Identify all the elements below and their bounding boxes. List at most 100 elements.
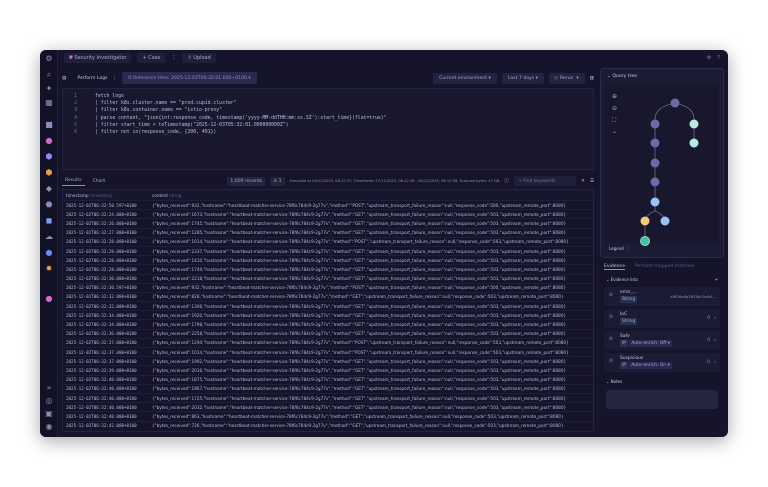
evidence-lists-header[interactable]: ⌄ Evidence lists + xyxy=(600,271,724,284)
drag-handle-icon[interactable]: ☰ xyxy=(609,315,613,320)
table-row[interactable]: 2025-12-02T06:32:37.000+0100 {"bytes_rece… xyxy=(63,356,593,365)
tree-node[interactable] xyxy=(640,216,650,226)
query-line[interactable]: 2 | filter k8s.cluster.name == "prod.cupi… xyxy=(63,100,593,107)
tree-node[interactable] xyxy=(650,158,660,168)
drag-handle-icon[interactable]: ☰ xyxy=(609,359,613,364)
table-row[interactable]: 2025-12-02T06:32:28.000+0100 {"bytes_rece… xyxy=(63,245,593,255)
query-editor[interactable]: 1 fetch logs 2 | filter k8s.cluster.name ==… xyxy=(62,88,594,170)
query-line[interactable]: 6 | filter not in(response_code, {200, 40… xyxy=(63,129,593,136)
app-icon-2[interactable]: ● xyxy=(44,136,54,146)
table-row[interactable]: 2025-12-02T06:32:27.000+0100 {"bytes_rece… xyxy=(63,227,593,237)
column-content[interactable]: content string xyxy=(149,193,593,198)
app-icon-9[interactable]: ✹ xyxy=(44,264,54,274)
column-timestamp[interactable]: timestamp timestamp xyxy=(63,193,149,198)
table-row[interactable]: 2025-12-02T06:32:37.000+0100 {"bytes_rece… xyxy=(63,337,593,347)
drag-handle-icon[interactable]: ☰ xyxy=(609,337,613,342)
evidence-list-item[interactable]: ☰ error_... String e8f26a6b2854b15a94... xyxy=(604,287,720,306)
app-icon-7[interactable]: ◼ xyxy=(44,216,54,226)
tab-chart[interactable]: Chart xyxy=(90,177,109,186)
table-row[interactable]: 2025-12-02T06:32:28.000+0100 {"bytes_rece… xyxy=(63,264,593,273)
warning-badge[interactable]: ⚠ 1 xyxy=(270,176,285,186)
table-row[interactable]: 2025-12-02T06:32:37.000+0100 {"bytes_rece… xyxy=(63,347,593,356)
query-line[interactable]: 1 fetch logs xyxy=(63,93,593,100)
table-row[interactable]: 2025-12-02T06:32:24.000+0100 {"bytes_rece… xyxy=(63,209,593,218)
auto-enrich-select[interactable]: Auto-enrich: On ▾ xyxy=(629,362,672,369)
info-icon[interactable]: ⓘ xyxy=(504,178,509,184)
drag-handle-icon[interactable]: ☰ xyxy=(609,293,613,298)
table-row[interactable]: 2025-12-02T06:32:30.000+0100 {"bytes_rece… xyxy=(63,273,593,283)
tree-node[interactable] xyxy=(650,138,660,148)
case-button[interactable]: + Case xyxy=(137,53,166,63)
sparkle-icon[interactable]: ✦ xyxy=(44,84,54,94)
table-row[interactable]: 2025-12-02T06:32:40.000+0100 {"bytes_rece… xyxy=(63,374,593,384)
security-investigator-icon[interactable]: ● xyxy=(44,294,54,304)
search-icon[interactable]: ⌕ xyxy=(44,70,54,80)
tab-results[interactable]: Results xyxy=(62,176,85,186)
app-icon-4[interactable]: ⬢ xyxy=(44,168,54,178)
zoom-in-icon[interactable]: ⊕ xyxy=(612,93,617,100)
auto-enrich-select[interactable]: Auto-enrich: Off ▾ xyxy=(629,340,672,347)
add-icon[interactable]: + xyxy=(715,277,718,282)
docs-icon[interactable]: ▣ xyxy=(44,409,54,419)
globe-icon[interactable]: ◎ xyxy=(44,396,54,406)
timeframe-select[interactable]: Last 7 days ▾ xyxy=(501,72,544,84)
table-row[interactable]: 2025-12-02T06:32:28.000+0100 {"bytes_rece… xyxy=(63,236,593,246)
app-icon-8[interactable]: ● xyxy=(44,248,54,258)
tab-mapped-matches[interactable]: Perform mapped matches xyxy=(635,264,695,269)
table-row[interactable]: 2025-12-02T06:32:39.000+0100 {"bytes_rece… xyxy=(63,365,593,374)
table-row[interactable]: 2025-12-02T06:32:32.000+0100 {"bytes_rece… xyxy=(63,291,593,301)
table-row[interactable]: 2025-12-02T06:32:28.000+0100 {"bytes_rece… xyxy=(63,255,593,264)
reference-time-button[interactable]: ⏱ Reference time: 2025-12-03T06:32:01.00… xyxy=(122,72,257,84)
evidence-list-item[interactable]: ☰ Safe IP Auto-enrich: Off ▾ 0 › xyxy=(604,331,720,350)
zoom-out-icon[interactable]: ⊖ xyxy=(612,105,617,112)
table-row[interactable]: 2025-12-02T06:32:40.000+0100 {"bytes_rece… xyxy=(63,411,593,420)
query-tree-graph[interactable]: ⊕ ⊖ ⛶ ⌃ xyxy=(601,81,723,257)
tree-node[interactable] xyxy=(650,119,660,129)
environment-select[interactable]: Current environment ▾ xyxy=(433,72,497,84)
more-icon[interactable]: ⋮ xyxy=(171,55,176,61)
expand-icon[interactable]: » xyxy=(44,383,54,393)
chevron-right-icon[interactable]: › xyxy=(714,360,716,365)
notes-input[interactable] xyxy=(606,390,718,409)
rerun-button[interactable]: ▷ Rerun ▾ xyxy=(548,72,585,84)
table-row[interactable]: 2025-12-02T06:32:32.000+0100 {"bytes_rece… xyxy=(63,301,593,310)
legend-button[interactable]: Legend ⋮ xyxy=(609,246,630,251)
app-icon-6[interactable]: ⬣ xyxy=(44,200,54,210)
table-row[interactable]: 2025-12-02T06:32:40.000+0100 {"bytes_rece… xyxy=(63,383,593,393)
tree-node[interactable] xyxy=(689,138,699,148)
notes-header[interactable]: ⌄ Notes xyxy=(600,375,724,388)
query-line[interactable]: 3 | filter k8s.container.name == "istio-p… xyxy=(63,107,593,114)
tab-evidence[interactable]: Evidence xyxy=(604,264,625,270)
table-row[interactable]: 2025-12-02T06:32:34.000+0100 {"bytes_rece… xyxy=(63,319,593,328)
chevron-right-icon[interactable]: › xyxy=(714,316,716,321)
table-row[interactable]: 2025-12-02T06:32:42.000+0100 {"bytes_rece… xyxy=(63,420,593,430)
table-row[interactable]: 2025-12-02T06:32:30.597+0100 {"bytes_rece… xyxy=(63,282,593,292)
table-settings-icon[interactable]: ☰ xyxy=(590,179,594,184)
table-row[interactable]: 2025-12-02T06:32:34.000+0100 {"bytes_rece… xyxy=(63,310,593,319)
app-icon-3[interactable]: ⬢ xyxy=(44,152,54,162)
chevron-right-icon[interactable]: › xyxy=(714,338,716,343)
tree-node[interactable] xyxy=(660,216,670,226)
app-tab[interactable]: ⛊ Security Investigator xyxy=(64,53,132,63)
tree-node[interactable] xyxy=(650,177,660,187)
app-icon-1[interactable]: ■ xyxy=(44,120,54,130)
collapse-icon[interactable]: ⌃ xyxy=(612,131,617,138)
tree-node[interactable] xyxy=(689,119,699,129)
table-row[interactable]: 2025-12-02T06:32:50.597+0100 {"bytes_rece… xyxy=(63,200,593,209)
tree-node[interactable] xyxy=(640,236,650,246)
app-icon-5[interactable]: ◆ xyxy=(44,184,54,194)
table-row[interactable]: 2025-12-02T06:32:40.000+0100 {"bytes_rece… xyxy=(63,402,593,411)
table-row[interactable]: 2025-12-02T06:32:36.000+0100 {"bytes_rece… xyxy=(63,328,593,338)
find-keywords-input[interactable]: ⌕ Find keywords xyxy=(514,176,577,186)
upload-button[interactable]: ⇪ Upload xyxy=(182,53,216,63)
query-line[interactable]: 4 | parse content, "json{int:response_cod… xyxy=(63,115,593,122)
tree-node[interactable] xyxy=(670,98,680,108)
settings-icon[interactable]: ⚙ xyxy=(707,55,711,61)
help-icon[interactable]: ? xyxy=(717,55,720,61)
panel-icon[interactable]: ▤ xyxy=(62,76,66,81)
evidence-list-item[interactable]: ☰ Suspicious IP Auto-enrich: On ▾ 0 › xyxy=(604,353,720,372)
table-row[interactable]: 2025-12-02T06:32:40.000+0100 {"bytes_rece… xyxy=(63,392,593,402)
query-line[interactable]: 5 | filter start_time < toTimestamp("2025… xyxy=(63,122,593,129)
apps-grid-icon[interactable]: ▦ xyxy=(44,98,54,108)
tree-node[interactable] xyxy=(650,197,660,207)
